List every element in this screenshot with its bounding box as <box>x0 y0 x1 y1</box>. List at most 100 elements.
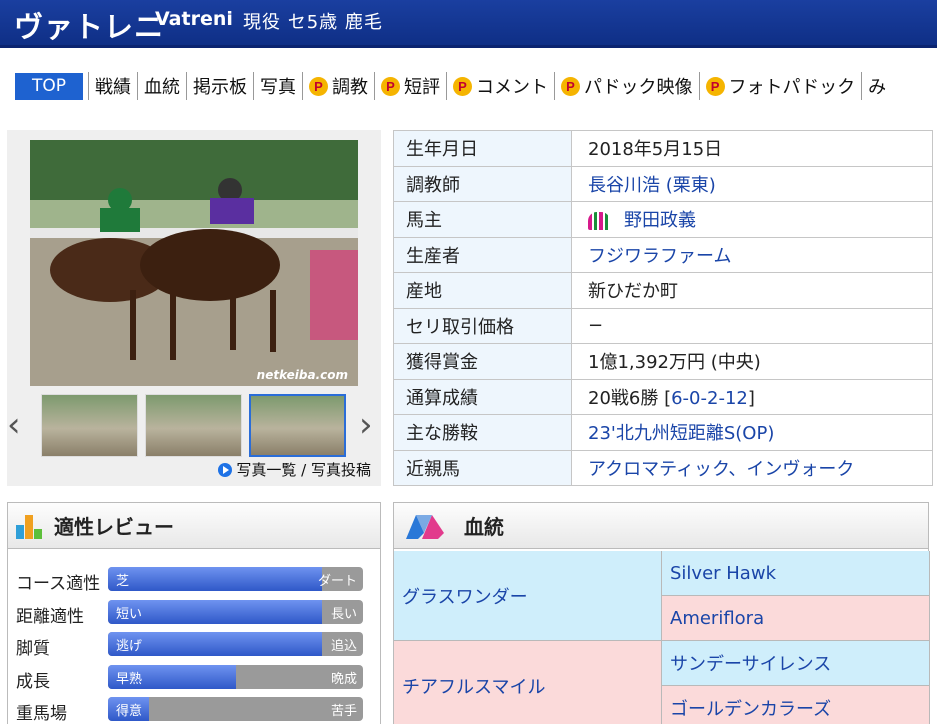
profile-value-link[interactable]: 野田政義 <box>624 210 696 231</box>
photo-panel: netkeiba.com ‹ › 写真一覧 / 写真投稿 <box>7 130 381 486</box>
profile-label: 馬主 <box>393 201 572 238</box>
aptitude-row: 成長 早熟 晩成 <box>8 663 382 692</box>
nav-item[interactable]: 掲示板 <box>186 72 253 100</box>
aptitude-right-label: ダート <box>317 574 357 589</box>
aptitude-row: コース適性芝 ダート <box>8 565 382 594</box>
owner-silks-icon <box>588 212 610 231</box>
aptitude-label: 重馬場 <box>16 704 67 724</box>
aptitude-left-label: 短い <box>116 606 143 622</box>
profile-value: 長谷川浩 (栗東) <box>571 165 933 202</box>
pedigree-dam[interactable]: チアフルスマイル <box>394 641 662 724</box>
pedigree-sire-link[interactable]: グラスワンダー <box>402 583 528 609</box>
nav-item[interactable]: P パドック映像 <box>554 72 699 100</box>
aptitude-bar-fill <box>108 567 323 591</box>
aptitude-right-label: 追込 <box>330 639 357 654</box>
profile-value: 20戦6勝 [6-0-2-12] <box>571 378 933 415</box>
pedigree-dam-sire-link[interactable]: サンデーサイレンス <box>670 650 831 676</box>
pedigree-sire-dam[interactable]: Ameriflora <box>662 596 930 641</box>
premium-icon: P <box>453 76 472 96</box>
pedigree-dam-sire[interactable]: サンデーサイレンス <box>662 641 930 686</box>
aptitude-right-label: 長い <box>330 606 357 622</box>
pedigree-sire-dam-link[interactable]: Ameriflora <box>670 608 764 629</box>
profile-value: 23'北九州短距離S(OP) <box>571 414 933 451</box>
premium-icon: P <box>561 76 580 96</box>
pedigree-dam-link[interactable]: チアフルスマイル <box>402 673 545 699</box>
horse-name-en: Vatreni <box>155 8 233 30</box>
horse-profile-table: 生年月日 2018年5月15日 調教師 長谷川浩 (栗東) 馬主 野田政義 生産者 フジワラフ… <box>393 130 933 486</box>
play-icon <box>218 462 233 477</box>
aptitude-left-label: 早熟 <box>116 671 143 687</box>
nav-item-label: 戦績 <box>95 77 131 98</box>
photo-next-arrow-icon[interactable]: › <box>359 408 373 442</box>
nav-item[interactable]: 戦績 <box>88 72 137 100</box>
premium-icon: P <box>309 76 328 96</box>
profile-label: セリ取引価格 <box>393 307 572 344</box>
nav-item[interactable]: P 短評 <box>374 72 446 100</box>
nav-item[interactable]: 血統 <box>137 72 186 100</box>
pedigree-dam-dam[interactable]: ゴールデンカラーズ <box>662 686 930 724</box>
profile-value-tail: ] <box>747 387 755 409</box>
profile-row: 獲得賞金 1億1,392万円 (中央) <box>393 343 933 380</box>
aptitude-label: 脚質 <box>16 639 50 659</box>
nav-item[interactable]: 写真 <box>253 72 302 100</box>
profile-row: 生年月日 2018年5月15日 <box>393 130 933 167</box>
aptitude-bar: 逃げ 追込 <box>108 632 363 656</box>
profile-value-link[interactable]: フジワラファーム <box>588 246 731 267</box>
nav-item-label: 短評 <box>404 77 440 98</box>
profile-label: 獲得賞金 <box>393 343 572 380</box>
profile-value: 新ひだか町 <box>571 272 933 309</box>
nav-item[interactable]: み <box>861 72 892 100</box>
profile-value-link[interactable]: 長谷川浩 (栗東) <box>588 175 716 196</box>
aptitude-left-label: 得意 <box>116 704 143 719</box>
profile-value: アクロマティック、インヴォーク <box>571 449 933 486</box>
photo-thumbnail[interactable] <box>41 394 138 457</box>
aptitude-label: 成長 <box>16 671 50 692</box>
profile-value-text: 20戦6勝 [ <box>588 387 672 409</box>
photo-list-link[interactable]: 写真一覧 / 写真投稿 <box>236 459 371 480</box>
profile-label: 産地 <box>393 272 572 309</box>
photo-prev-arrow-icon[interactable]: ‹ <box>7 408 21 442</box>
profile-label: 調教師 <box>393 165 572 202</box>
aptitude-bar: 得意 苦手 <box>108 697 363 721</box>
record-link[interactable]: 6-0-2-12 <box>671 388 748 409</box>
profile-value: 1億1,392万円 (中央) <box>571 343 933 380</box>
pedigree-sire[interactable]: グラスワンダー <box>394 551 662 641</box>
profile-value-link[interactable]: 23'北九州短距離S(OP) <box>588 423 774 444</box>
horse-meta: 現役 セ5歳 鹿毛 <box>243 12 383 33</box>
premium-icon: P <box>381 76 400 96</box>
nav-item[interactable]: P フォトパドック <box>698 72 862 100</box>
profile-value: 2018年5月15日 <box>571 130 933 167</box>
photo-thumbnail[interactable] <box>145 394 242 457</box>
nav-item-label: 掲示板 <box>193 77 247 98</box>
profile-value-text: 1億1,392万円 (中央) <box>588 352 761 374</box>
tab-top[interactable]: TOP <box>15 73 83 100</box>
nav-item-label: フォトパドック <box>728 77 856 98</box>
profile-row: 近親馬 アクロマティック、インヴォーク <box>393 449 933 486</box>
pedigree-sire-sire-link[interactable]: Silver Hawk <box>670 563 776 584</box>
profile-value: フジワラファーム <box>571 236 933 273</box>
aptitude-right-label: 苦手 <box>330 704 357 719</box>
aptitude-bar: 短い 長い <box>108 599 363 624</box>
aptitude-bar: 早熟 晩成 <box>108 664 363 689</box>
photo-links[interactable]: 写真一覧 / 写真投稿 <box>218 459 371 480</box>
pedigree-panel: 血統 グラスワンダー Silver Hawk Ameriflora チアフルスマ… <box>393 502 930 724</box>
aptitude-review-panel: 適性レビュー コース適性芝 ダート 距離適性 短い 長い 脚質 逃げ 追込 成長 早熟 晩成 重馬場 得… <box>7 502 381 724</box>
nav-item-label: 写真 <box>260 77 296 98</box>
nav-item-label: パドック映像 <box>584 77 693 98</box>
photo-thumbnail-selected[interactable] <box>249 394 346 457</box>
pedigree-dam-dam-link[interactable]: ゴールデンカラーズ <box>670 695 831 721</box>
aptitude-label: 距離適性 <box>16 606 84 627</box>
nav-item[interactable]: P 調教 <box>302 72 374 100</box>
horse-nav: TOP 戦績 血統 掲示板 写真 P 調教 P 短評 P コメント P パドック映像 P フォトパドックみ <box>0 66 937 106</box>
profile-label: 主な勝鞍 <box>393 414 572 451</box>
profile-value-text: − <box>588 315 604 337</box>
profile-row: 産地 新ひだか町 <box>393 272 933 309</box>
pedigree-title: 血統 <box>464 515 504 539</box>
pedigree-sire-sire[interactable]: Silver Hawk <box>662 551 930 596</box>
nav-item[interactable]: P コメント <box>446 72 554 100</box>
profile-value-link[interactable]: アクロマティック、インヴォーク <box>588 459 854 480</box>
nav-item-label: 血統 <box>144 77 180 98</box>
nav-item-label: 調教 <box>332 77 368 98</box>
aptitude-row: 距離適性 短い 長い <box>8 598 382 627</box>
main-race-photo[interactable]: netkeiba.com <box>30 140 358 386</box>
